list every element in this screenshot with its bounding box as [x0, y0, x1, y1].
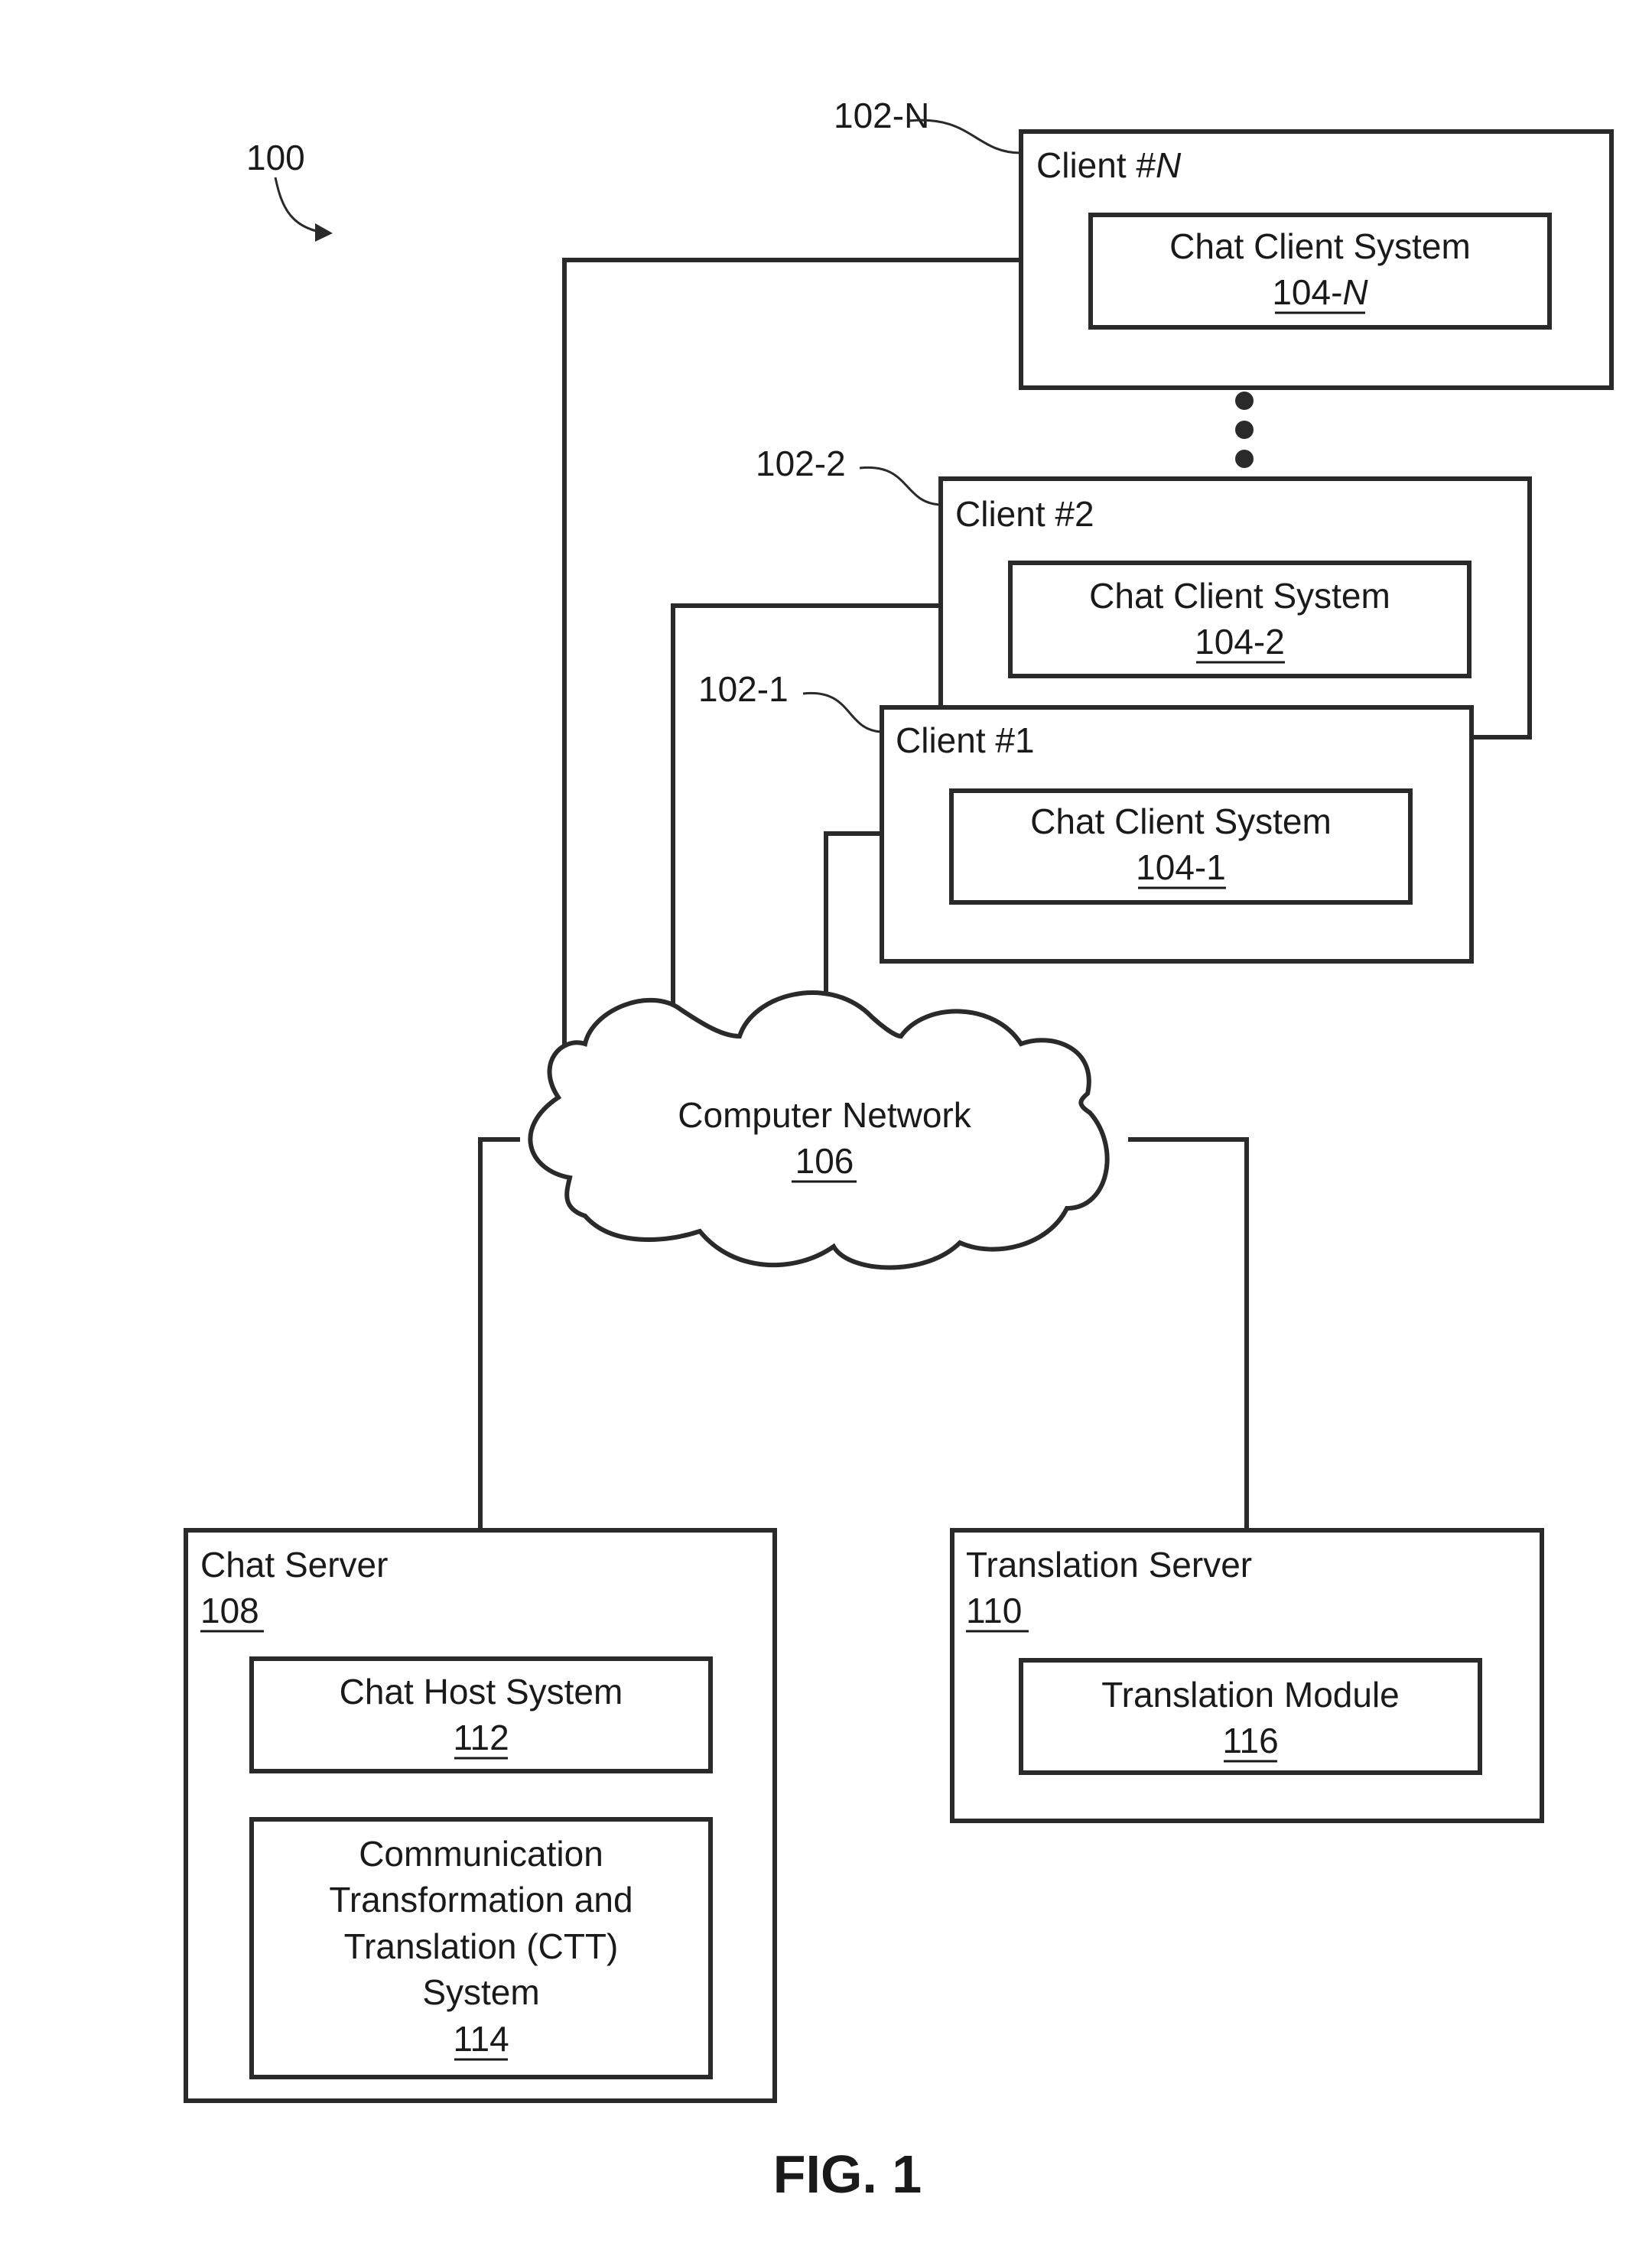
system-ref-label: 100 — [246, 138, 305, 177]
client-1-title: Client #1 — [896, 720, 1035, 760]
client-1: Client #1 Chat Client System 104-1 — [880, 705, 1474, 964]
chat-client-system-n-label: Chat Client System — [1169, 226, 1471, 266]
translation-server-ref: 110 — [966, 1591, 1022, 1630]
client-2-ref: 102-2 — [756, 444, 846, 483]
chat-client-system-2-label: Chat Client System — [1089, 576, 1390, 616]
chat-server-title: Chat Server — [200, 1545, 388, 1585]
ellipsis-dots — [1235, 392, 1254, 468]
wire-chat-server — [478, 1137, 520, 1529]
wire-translation-server — [1128, 1137, 1249, 1529]
client-2-title: Client #2 — [955, 494, 1094, 534]
client-2-leader-line — [859, 466, 941, 506]
translation-module-label: Translation Module — [1101, 1675, 1400, 1715]
translation-server-title: Translation Server — [966, 1545, 1252, 1585]
chat-host-system-label: Chat Host System — [340, 1672, 623, 1712]
ctt-system-line-3: Translation (CTT) — [344, 1926, 619, 1966]
chat-client-system-1-ref: 104-1 — [1136, 847, 1226, 887]
arrow-head-icon — [315, 223, 333, 242]
computer-network-cloud: Computer Network 106 — [528, 990, 1110, 1270]
client-2: Client #2 Chat Client System 104-2 — [938, 476, 1532, 740]
client-1-leader-line — [802, 691, 883, 733]
client-n: Client #N Chat Client System 104-N — [1019, 129, 1614, 390]
chat-host-system-ref: 112 — [453, 1718, 509, 1757]
client-n-title: Client #N — [1036, 145, 1182, 185]
ctt-system-line-1: Communication — [359, 1834, 603, 1874]
computer-network-ref: 106 — [795, 1141, 854, 1181]
chat-server: Chat Server 108 Chat Host System 112 Com… — [184, 1528, 777, 2103]
chat-client-system-n-ref: 104-N — [1272, 272, 1368, 312]
figure-caption: FIG. 1 — [773, 2144, 922, 2204]
chat-server-ref: 108 — [200, 1591, 259, 1630]
system-diagram: 100 Client #N Chat Client System 104-N 1… — [184, 96, 1614, 2204]
system-ref-arrow-line — [274, 177, 330, 235]
chat-client-system-1-label: Chat Client System — [1030, 801, 1332, 841]
client-n-ref: 102-N — [834, 96, 929, 135]
computer-network-label: Computer Network — [678, 1095, 971, 1135]
wire-client-1 — [824, 831, 881, 1011]
chat-client-system-2-ref: 104-2 — [1195, 622, 1285, 662]
translation-server: Translation Server 110 Translation Modul… — [950, 1528, 1544, 1823]
ctt-system-line-2: Transformation and — [329, 1880, 633, 1920]
ctt-system-line-4: System — [422, 1972, 539, 2012]
ctt-system-ref: 114 — [453, 2019, 509, 2059]
client-1-ref: 102-1 — [698, 669, 789, 709]
translation-module-ref: 116 — [1222, 1721, 1278, 1760]
